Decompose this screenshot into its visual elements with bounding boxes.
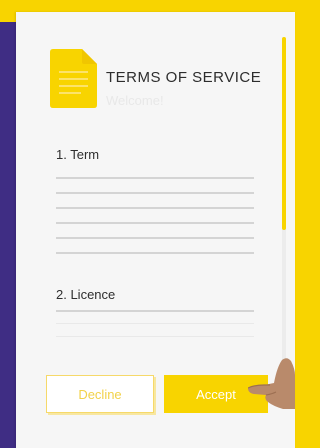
text-placeholder-line xyxy=(56,177,254,179)
decline-button[interactable]: Decline xyxy=(46,375,154,413)
text-placeholder-line xyxy=(56,336,254,337)
document-icon xyxy=(50,49,97,108)
text-placeholder-line xyxy=(56,222,254,224)
section-heading-licence: 2. Licence xyxy=(56,287,116,302)
pointing-hand-icon xyxy=(248,358,295,409)
section-heading-term: 1. Term xyxy=(56,147,100,162)
text-placeholder-line xyxy=(56,237,254,239)
text-placeholder-line xyxy=(56,252,254,254)
text-placeholder-line xyxy=(56,207,254,209)
page-subtitle: Welcome! xyxy=(106,93,164,108)
background-side-panel xyxy=(0,22,16,448)
page-title: TERMS OF SERVICE xyxy=(106,69,262,86)
text-placeholder-line xyxy=(56,310,254,312)
scrollbar-thumb[interactable] xyxy=(282,37,286,230)
text-placeholder-line xyxy=(56,192,254,194)
text-placeholder-line xyxy=(56,323,254,324)
